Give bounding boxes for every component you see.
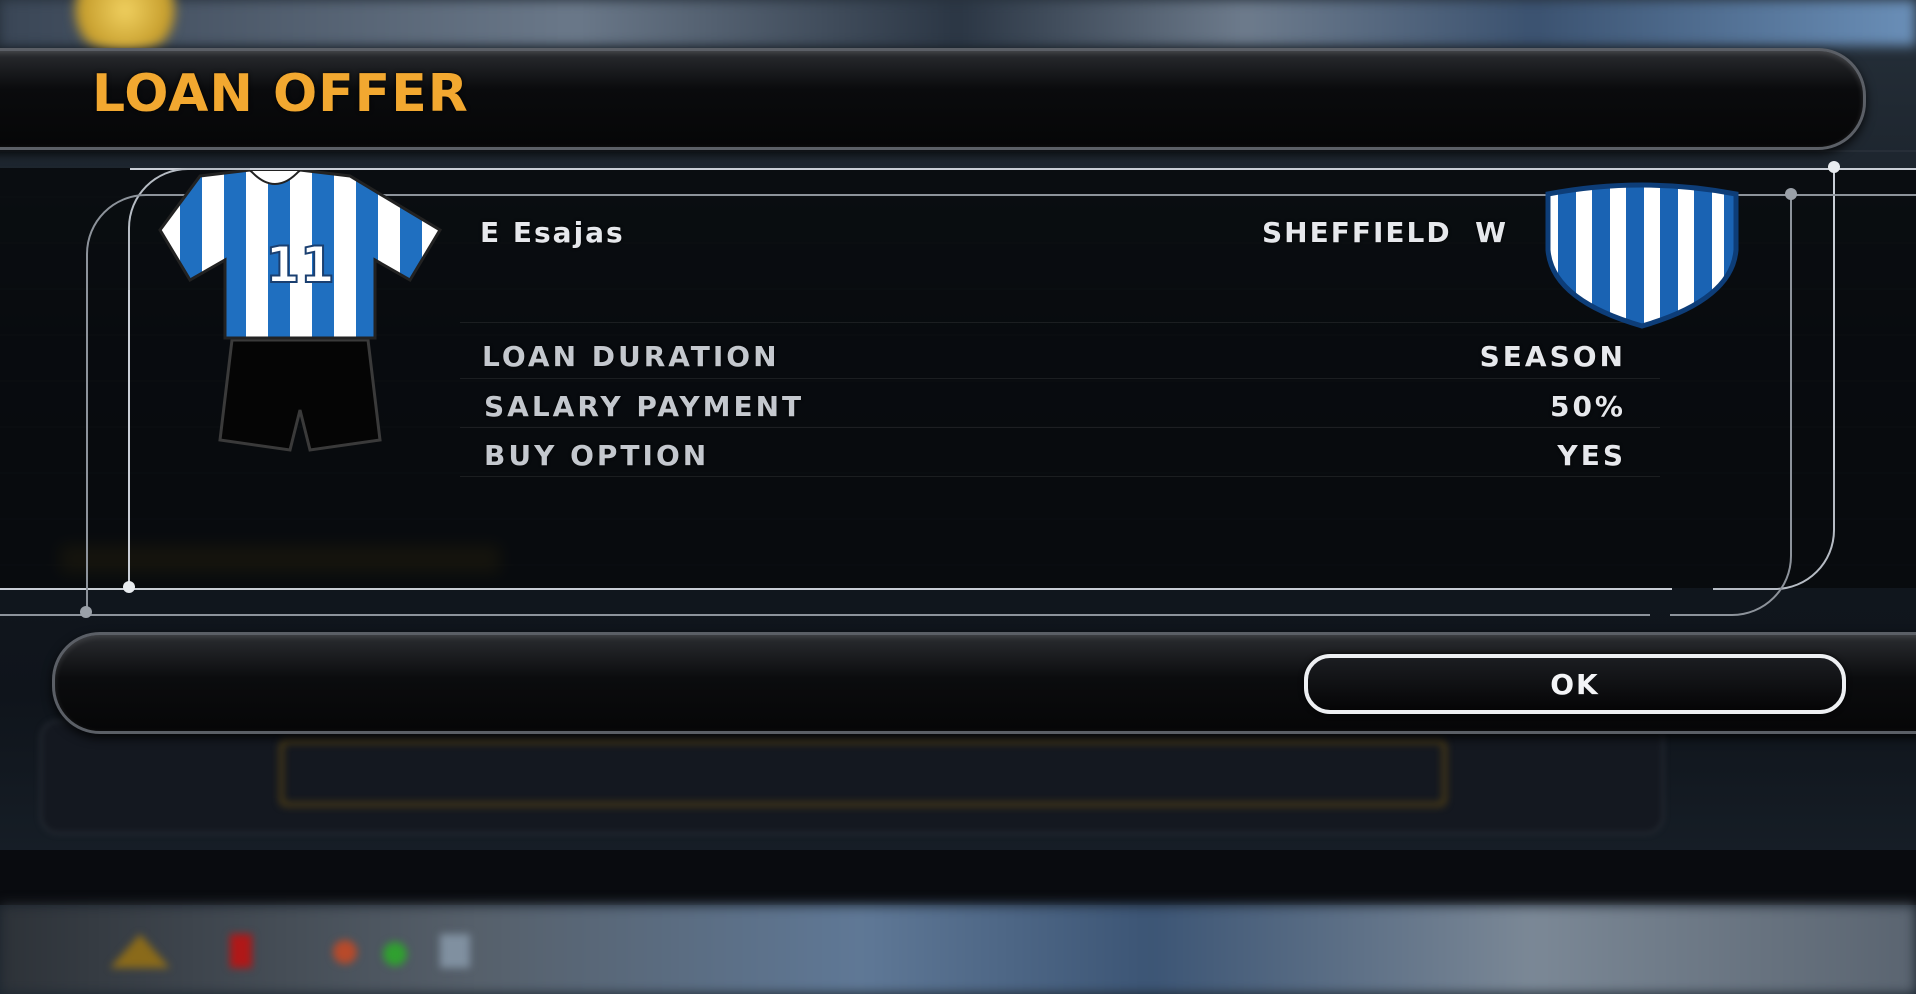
player-name: E Esajas	[480, 216, 625, 249]
frame-line-outer-right	[1790, 194, 1792, 524]
kit-number: 11	[265, 236, 335, 294]
row-separator	[460, 476, 1660, 477]
background-bottom-strip	[0, 850, 1916, 905]
frame-dot	[123, 581, 135, 593]
row-separator	[460, 322, 1660, 323]
row-separator	[460, 378, 1660, 379]
buy-option-label: BUY OPTION	[484, 439, 710, 472]
loan-duration-value: SEASON	[1479, 340, 1626, 373]
frame-line-bottom	[0, 588, 1672, 590]
frame-dot	[1785, 188, 1797, 200]
club-crest-icon	[1545, 182, 1739, 329]
salary-payment-value: 50%	[1549, 390, 1626, 423]
row-separator	[460, 427, 1660, 428]
frame-line-outer-bottom	[0, 614, 1650, 616]
frame-line-outer-left	[86, 270, 88, 610]
dialog-title: LOAN OFFER	[92, 64, 469, 124]
background-status-icons	[110, 934, 470, 968]
background-top-bar	[0, 0, 1916, 46]
background-panel-frame	[280, 740, 1446, 806]
salary-payment-label: SALARY PAYMENT	[484, 390, 805, 423]
club-name: SHEFFIELD W	[1262, 216, 1508, 249]
game-screen: LOAN OFFER 11 E Esajas SHEFFIELD W LOAN …	[0, 0, 1916, 994]
loan-duration-label: LOAN DURATION	[482, 340, 780, 373]
buy-option-value: YES	[1557, 439, 1626, 472]
frame-outer-corner-right	[1670, 496, 1792, 616]
frame-dot	[80, 606, 92, 618]
frame-dot	[1828, 161, 1840, 173]
player-kit-icon: 11	[158, 170, 443, 452]
ok-button[interactable]: OK	[1304, 654, 1846, 714]
frame-line-right	[1833, 168, 1835, 508]
